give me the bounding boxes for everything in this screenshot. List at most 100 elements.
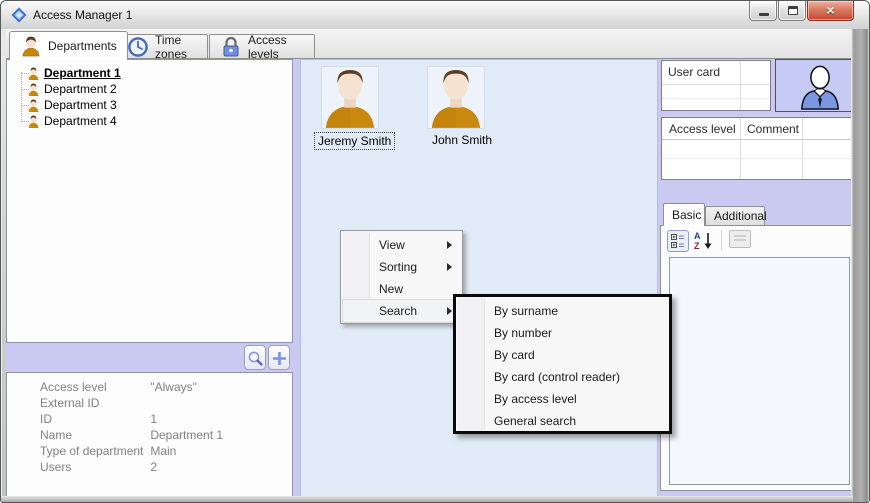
submenu-arrow-icon [447, 307, 452, 315]
plus-icon [273, 352, 286, 365]
tab-additional[interactable]: Additional [705, 206, 767, 226]
menu-item-by-card-control-reader[interactable]: By card (control reader) [458, 366, 667, 388]
alphabetical-sort-button[interactable]: A Z [693, 230, 715, 252]
tab-label: Departments [48, 39, 117, 53]
property-value: Main [150, 444, 177, 458]
menu-item-by-surname[interactable]: By surname [458, 300, 667, 322]
person-icon [22, 36, 40, 57]
add-button[interactable] [268, 345, 290, 370]
search-button[interactable] [244, 345, 266, 370]
user-silhouette-icon [800, 65, 840, 110]
clock-icon [128, 36, 148, 57]
property-label: Type of department [40, 444, 144, 458]
user-card-header[interactable]: User card [668, 65, 720, 79]
menu-item-by-access-level[interactable]: By access level [458, 388, 667, 410]
menu-item-label: By card [494, 348, 535, 362]
department-properties-panel: Access level "Always" External ID ID 1 N… [6, 372, 293, 498]
window-frame-bottom [1, 496, 853, 502]
grid-divider [662, 139, 861, 140]
property-row: Type of department Main [40, 444, 292, 460]
menu-item-label: By access level [494, 392, 577, 406]
property-grid-toolbar: A Z [661, 226, 856, 254]
close-button[interactable] [807, 1, 854, 21]
person-icon [28, 67, 39, 80]
tree-item-department-3[interactable]: Department 3 [27, 97, 117, 113]
maximize-icon [788, 6, 798, 15]
az-sort-icon: A Z [694, 231, 712, 251]
menu-item-general-search[interactable]: General search [458, 410, 667, 432]
context-menu: View Sorting New Search [340, 230, 463, 324]
property-label: Access level [40, 380, 107, 394]
tab-departments[interactable]: Departments [9, 31, 128, 60]
tree-item-department-2[interactable]: Department 2 [27, 81, 117, 97]
maximize-button[interactable] [778, 1, 806, 21]
menu-item-label: By card (control reader) [494, 370, 621, 384]
menu-item-search[interactable]: Search [342, 299, 461, 323]
column-header-access-level[interactable]: Access level [669, 122, 736, 136]
tree-item-label: Department 3 [44, 98, 117, 112]
tree-item-label: Department 2 [44, 82, 117, 96]
menu-item-label: New [379, 282, 404, 296]
department-tree-panel: Department 1 Department 2 Department 3 D… [6, 59, 293, 343]
minimize-button[interactable] [749, 1, 777, 21]
grid-divider [802, 118, 803, 179]
user-name-jeremy[interactable]: Jeremy Smith [314, 132, 396, 150]
person-icon [28, 115, 39, 128]
tab-basic[interactable]: Basic [663, 203, 705, 226]
user-card-john[interactable] [427, 66, 485, 129]
categorized-icon [671, 234, 684, 248]
menu-item-new[interactable]: New [343, 278, 460, 300]
menu-item-label: General search [494, 414, 577, 428]
access-level-table: Access level Comment [661, 117, 862, 180]
basic-tab-page: A Z [660, 225, 857, 491]
property-label: External ID [40, 396, 100, 410]
property-row: Users 2 [40, 460, 292, 476]
user-card-jeremy[interactable] [321, 66, 379, 129]
tab-time-zones[interactable]: Time zones [116, 32, 208, 61]
property-row: External ID [40, 396, 292, 412]
app-icon [11, 7, 27, 23]
svg-text:A: A [694, 231, 701, 241]
user-avatar [431, 69, 481, 128]
property-value: 2 [150, 460, 158, 474]
column-header-comment[interactable]: Comment [747, 122, 799, 136]
menu-item-sorting[interactable]: Sorting [343, 256, 460, 278]
grid-divider [662, 158, 861, 159]
search-submenu: By surname By number By card By card (co… [453, 294, 672, 434]
person-icon [28, 83, 39, 96]
menu-item-view[interactable]: View [343, 234, 460, 256]
property-row: ID 1 [40, 412, 292, 428]
tree-item-label: Department 4 [44, 114, 117, 128]
tree-item-department-4[interactable]: Department 4 [27, 113, 117, 129]
property-label: Name [40, 428, 73, 442]
minimize-icon [759, 13, 769, 16]
property-label: ID [40, 412, 52, 426]
property-label: Users [40, 460, 72, 474]
property-row: Access level "Always" [40, 380, 292, 396]
menu-item-by-card[interactable]: By card [458, 344, 667, 366]
tab-label: Access levels [248, 32, 287, 61]
tree-item-department-1[interactable]: Department 1 [27, 65, 121, 81]
tab-access-levels[interactable]: Access levels [209, 32, 315, 61]
user-name-john[interactable]: John Smith [429, 132, 495, 148]
submenu-arrow-icon [447, 241, 452, 249]
user-photo-box[interactable] [775, 59, 862, 112]
main-content: Department 1 Department 2 Department 3 D… [6, 59, 862, 498]
tab-label: Additional [714, 209, 767, 223]
menu-item-label: Search [379, 304, 418, 318]
property-row: Name Department 1 [40, 428, 292, 444]
tab-label: Time zones [155, 32, 188, 61]
menu-item-by-number[interactable]: By number [458, 322, 667, 344]
tab-label: Basic [672, 208, 702, 222]
grid-divider [662, 84, 770, 85]
menu-item-label: By number [494, 326, 553, 340]
person-icon [28, 99, 39, 112]
tabstrip: Departments Time zones Access levels [6, 29, 853, 61]
categorized-view-button[interactable] [667, 230, 689, 252]
lock-icon [223, 36, 239, 56]
submenu-arrow-icon [447, 263, 452, 271]
property-pages-button-disabled[interactable] [729, 230, 751, 248]
department-toolbar [6, 343, 293, 372]
window-title: Access Manager 1 [33, 8, 133, 22]
property-value: Department 1 [150, 428, 224, 442]
